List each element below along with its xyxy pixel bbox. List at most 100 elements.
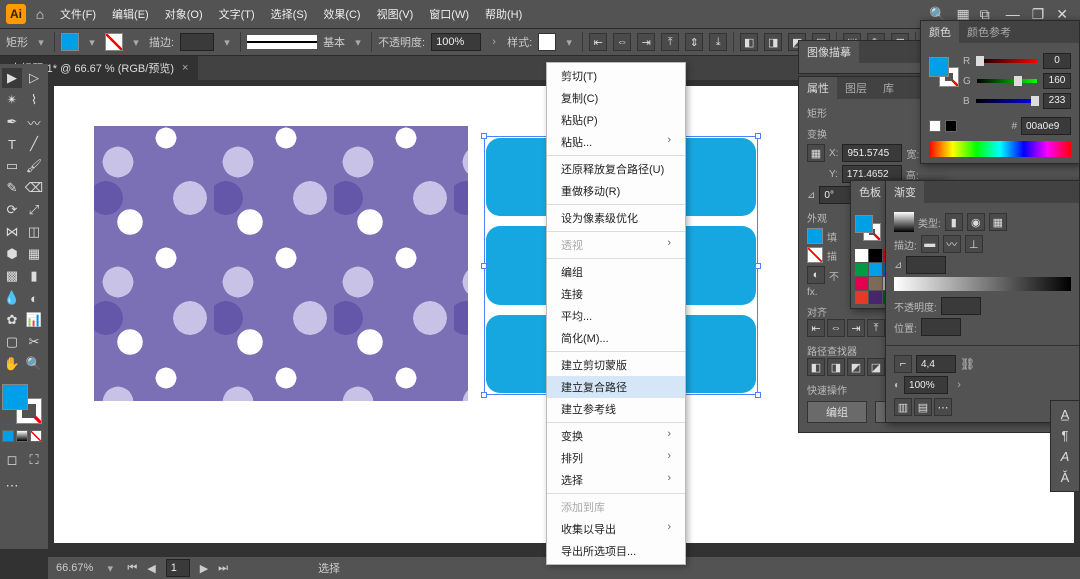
menu-file[interactable]: 文件(F) <box>54 2 102 26</box>
char-panel-icon[interactable]: A̲ <box>1061 407 1070 422</box>
shaper-tool-icon[interactable]: ✎ <box>2 178 22 198</box>
shape-mode-minus-icon[interactable]: ◨ <box>764 33 782 51</box>
opacity-input[interactable] <box>431 33 481 51</box>
ctx-item[interactable]: 剪切(T) <box>547 65 685 87</box>
stroke-swatch[interactable] <box>105 33 123 51</box>
scale-tool-icon[interactable]: ⤢ <box>24 200 44 220</box>
ctx-item[interactable]: 建立剪切蒙版 <box>547 354 685 376</box>
line-tool-icon[interactable]: ╱ <box>24 134 44 154</box>
lasso-tool-icon[interactable]: ⌇ <box>24 90 44 110</box>
swatch-cell[interactable] <box>869 263 882 276</box>
prop-align-hc-icon[interactable]: ⇔ <box>827 319 845 337</box>
menu-select[interactable]: 选择(S) <box>265 2 314 26</box>
pen-tool-icon[interactable]: ✒ <box>2 112 22 132</box>
selection-tool-icon[interactable]: ▶ <box>2 68 22 88</box>
grad-opacity-input[interactable] <box>941 297 981 315</box>
ctx-item[interactable]: 排列 <box>547 447 685 469</box>
shape-dropdown-icon[interactable]: ▾ <box>34 36 48 49</box>
b-value[interactable]: 233 <box>1043 93 1071 109</box>
fill-swatch[interactable] <box>61 33 79 51</box>
grad-stroke-across-icon[interactable]: ⊥ <box>965 235 983 253</box>
grad-radial-icon[interactable]: ◉ <box>967 213 985 231</box>
color-mode-gradient-icon[interactable] <box>16 430 28 442</box>
gradient-tool-icon[interactable]: ▮ <box>24 266 44 286</box>
extra-align-icon[interactable]: ▥ <box>894 398 912 416</box>
align-right-icon[interactable]: ⇥ <box>637 33 655 51</box>
graph-tool-icon[interactable]: 📊 <box>24 310 44 330</box>
panel-tab-layers[interactable]: 图层 <box>837 77 875 99</box>
ctx-item[interactable]: 粘贴... <box>547 131 685 153</box>
ctx-item[interactable]: 编组 <box>547 261 685 283</box>
eyedropper-tool-icon[interactable]: 💧 <box>2 288 22 308</box>
gradient-tab[interactable]: 渐变 <box>886 181 924 203</box>
screen-mode-icon[interactable]: ◻ <box>2 450 22 470</box>
prop-align-left-icon[interactable]: ⇤ <box>807 319 825 337</box>
edit-toolbar-icon[interactable]: ⋯ <box>2 476 22 496</box>
gradient-ramp[interactable] <box>894 277 1071 291</box>
fill-stroke-control[interactable] <box>2 384 42 424</box>
ctx-item[interactable]: 变换 <box>547 425 685 447</box>
artboard-tool-icon[interactable]: ▢ <box>2 332 22 352</box>
ctx-item[interactable]: 粘贴(P) <box>547 109 685 131</box>
ctx-item[interactable]: 连接 <box>547 283 685 305</box>
pf-minus-icon[interactable]: ◨ <box>827 358 845 376</box>
prop-fill-swatch[interactable] <box>807 228 823 244</box>
swatch-cell[interactable] <box>869 249 882 262</box>
menu-view[interactable]: 视图(V) <box>371 2 420 26</box>
b-slider[interactable] <box>976 99 1037 103</box>
gradient-preview-swatch[interactable] <box>894 212 914 232</box>
opacity-drop-icon[interactable]: › <box>487 36 501 48</box>
direct-selection-tool-icon[interactable]: ▷ <box>24 68 44 88</box>
eraser-tool-icon[interactable]: ⌫ <box>24 178 44 198</box>
mesh-tool-icon[interactable]: ▩ <box>2 266 22 286</box>
grad-stroke-along-icon[interactable]: 〰 <box>943 235 961 253</box>
blend-tool-icon[interactable]: ◐ <box>24 288 44 308</box>
ctx-item[interactable]: 平均... <box>547 305 685 327</box>
extra-opacity-drop-icon[interactable]: › <box>952 379 966 391</box>
change-screen-icon[interactable]: ⛶ <box>24 450 44 470</box>
black-swatch-icon[interactable] <box>945 120 957 132</box>
ctx-item[interactable]: 导出所选项目... <box>547 540 685 562</box>
zoom-level[interactable]: 66.67% <box>56 562 93 574</box>
prop-align-top-icon[interactable]: ⤒ <box>867 319 885 337</box>
panel-tab-libraries[interactable]: 库 <box>875 77 902 99</box>
panel-tab-image-trace[interactable]: 图像描摹 <box>799 41 859 63</box>
x-input[interactable] <box>842 144 902 162</box>
prop-stroke-swatch[interactable] <box>807 247 823 263</box>
swatch-fill-box[interactable] <box>855 215 873 233</box>
free-transform-tool-icon[interactable]: ◫ <box>24 222 44 242</box>
symbol-sprayer-tool-icon[interactable]: ✿ <box>2 310 22 330</box>
extra-extra-icon[interactable]: ⋯ <box>934 398 952 416</box>
color-tab[interactable]: 颜色 <box>921 21 959 43</box>
fill-drop-icon[interactable]: ▾ <box>85 36 99 49</box>
color-guide-tab[interactable]: 颜色参考 <box>959 21 1019 43</box>
shape-builder-tool-icon[interactable]: ⬢ <box>2 244 22 264</box>
magic-wand-tool-icon[interactable]: ✴ <box>2 90 22 110</box>
stroke-drop-icon[interactable]: ▾ <box>129 36 143 49</box>
menu-help[interactable]: 帮助(H) <box>479 2 528 26</box>
color-fill-box[interactable] <box>929 57 949 77</box>
hand-tool-icon[interactable]: ✋ <box>2 354 22 374</box>
align-left-icon[interactable]: ⇤ <box>589 33 607 51</box>
curvature-tool-icon[interactable]: 〰 <box>24 112 44 132</box>
stroke-weight-input[interactable] <box>180 33 214 51</box>
align-top-icon[interactable]: ⤒ <box>661 33 679 51</box>
r-slider[interactable] <box>976 59 1037 63</box>
ctx-item[interactable]: 复制(C) <box>547 87 685 109</box>
menu-type[interactable]: 文字(T) <box>213 2 261 26</box>
nav-prev-icon[interactable]: ◀ <box>147 562 155 575</box>
app-logo[interactable]: Ai <box>6 4 26 24</box>
ctx-item[interactable]: 建立参考线 <box>547 398 685 420</box>
g-value[interactable]: 160 <box>1043 73 1071 89</box>
rectangle-tool-icon[interactable]: ▭ <box>2 156 22 176</box>
color-mode-none-icon[interactable] <box>30 430 42 442</box>
menu-object[interactable]: 对象(O) <box>159 2 209 26</box>
zoom-tool-icon[interactable]: 🔍 <box>24 354 44 374</box>
fill-box[interactable] <box>2 384 28 410</box>
swatch-cell[interactable] <box>855 277 868 290</box>
group-button[interactable]: 编组 <box>807 401 867 423</box>
menu-edit[interactable]: 编辑(E) <box>106 2 155 26</box>
prop-align-right-icon[interactable]: ⇥ <box>847 319 865 337</box>
corner-input[interactable] <box>916 355 956 373</box>
align-vcenter-icon[interactable]: ⇕ <box>685 33 703 51</box>
